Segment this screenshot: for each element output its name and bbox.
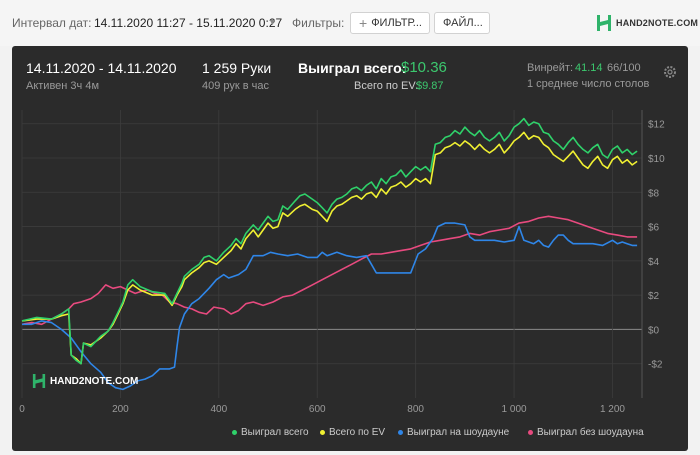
legend-dot: [398, 430, 403, 435]
watermark: HAND2NOTE.COM: [32, 373, 138, 389]
period-text: 14.11.2020 - 14.11.2020: [26, 60, 177, 76]
y-tick-label: $8: [648, 188, 660, 199]
legend-item-won-total[interactable]: Выиграл всего: [232, 427, 309, 438]
x-tick-label: 0: [19, 404, 25, 415]
hand2note-watermark-icon: [32, 374, 46, 388]
hands-count-text: 1 259 Руки: [202, 60, 272, 76]
file-button-label: ФАЙЛ...: [443, 17, 483, 29]
y-tick-label: $12: [648, 120, 665, 131]
series-line-3: [21, 215, 638, 326]
watermark-text: HAND2NOTE.COM: [50, 375, 139, 387]
x-tick-label: 200: [112, 404, 129, 415]
x-tick-label: 400: [210, 404, 227, 415]
gear-icon[interactable]: [662, 64, 678, 80]
won-total-label: Выиграл всего:: [298, 60, 407, 76]
avg-tables-text: 1 среднее число столов: [527, 78, 650, 90]
brand-logo-text: HAND2NOTE.COM: [616, 18, 699, 28]
plus-icon: +: [359, 15, 368, 31]
filters-label: Фильтры:: [292, 16, 345, 30]
ev-total-value: $9.87: [416, 80, 444, 92]
summary-header: 14.11.2020 - 14.11.2020 Активен 3ч 4м 1 …: [12, 46, 688, 104]
date-interval-value[interactable]: 14.11.2020 11:27 - 15.11.2020 0:27: [94, 16, 282, 30]
graph-panel: 14.11.2020 - 14.11.2020 Активен 3ч 4м 1 …: [12, 46, 688, 451]
legend-dot: [528, 430, 533, 435]
legend-dot: [320, 430, 325, 435]
series-line-2: [22, 222, 638, 391]
file-button[interactable]: ФАЙЛ...: [434, 12, 490, 34]
y-tick-label: $2: [648, 291, 660, 302]
legend-item-showdown[interactable]: Выиграл на шоудауне: [398, 427, 509, 438]
won-total-value: $10.36: [401, 59, 447, 76]
x-tick-label: 1 000: [502, 404, 527, 415]
hands-per-hour-text: 409 рук в час: [202, 80, 270, 92]
brand-logo: HAND2NOTE.COM: [596, 14, 698, 32]
filter-button[interactable]: + ФИЛЬТР...: [350, 12, 430, 34]
series-line-0: [21, 117, 638, 365]
x-tick-label: 1 200: [600, 404, 625, 415]
legend-label: Выиграл всего: [241, 427, 309, 438]
x-tick-label: 600: [309, 404, 326, 415]
winrate-suffix: 66/100: [607, 62, 641, 74]
y-tick-label: $0: [648, 325, 660, 336]
legend-label: Выиграл на шоудауне: [407, 427, 510, 438]
filter-button-label: ФИЛЬТР...: [371, 17, 422, 29]
hand2note-logo-icon: [597, 15, 611, 31]
y-tick-label: $4: [648, 257, 660, 268]
legend-item-non-showdown[interactable]: Выиграл без шоудауна: [528, 427, 644, 438]
y-tick-label: $6: [648, 223, 660, 234]
x-tick-label: 800: [407, 404, 424, 415]
winrate-label: Винрейт:: [527, 62, 574, 74]
ev-total-label: Всего по EV:: [354, 80, 419, 92]
legend-label: Всего по EV: [329, 427, 386, 438]
y-tick-label: -$2: [648, 360, 663, 371]
legend-dot: [232, 430, 237, 435]
y-tick-label: $10: [648, 154, 665, 165]
chart-legend: Выиграл всего Всего по EV Выиграл на шоу…: [12, 424, 688, 444]
date-interval-label: Интервал дат:: [12, 16, 92, 30]
legend-item-ev-total[interactable]: Всего по EV: [320, 427, 385, 438]
active-time-text: Активен 3ч 4м: [26, 80, 100, 92]
chevron-down-icon[interactable]: ▼: [268, 17, 277, 27]
winrate-value: 41.14: [575, 62, 603, 74]
legend-label: Выиграл без шоудауна: [537, 427, 644, 438]
top-toolbar: Интервал дат: 14.11.2020 11:27 - 15.11.2…: [0, 0, 700, 46]
